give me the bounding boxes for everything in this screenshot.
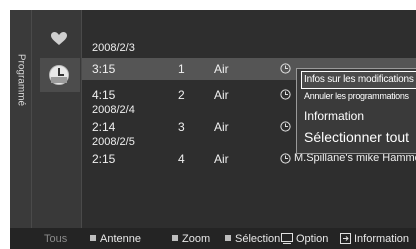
date-label: 2008/2/4 [92, 104, 135, 116]
help-info-label: Information [354, 233, 410, 245]
programmed-tab-label: Programmé [15, 53, 27, 107]
row-time: 2:14 [92, 120, 116, 134]
square-button-icon [172, 235, 178, 241]
screen: Programmé 2008/2/3 3:15 1 Air 4:15 2 Air… [0, 0, 416, 249]
help-zoom-label: Zoom [182, 233, 211, 245]
row-antenna: Air [214, 152, 229, 166]
info-icon [340, 233, 351, 244]
help-antenna[interactable]: Antenne [90, 233, 141, 245]
row-antenna: Air [214, 120, 229, 134]
help-all: Tous [44, 233, 68, 245]
row-time: 2:15 [92, 152, 116, 166]
date-header: 2008/2/3 [82, 40, 416, 56]
heart-icon[interactable] [50, 30, 68, 48]
tools-icon [281, 233, 293, 244]
help-zoom[interactable]: Zoom [172, 233, 210, 245]
scheduled-list-panel: Programmé 2008/2/3 3:15 1 Air 4:15 2 Air… [10, 10, 416, 249]
help-select-label: Sélection [235, 233, 281, 245]
menu-item-select-all[interactable]: Sélectionner tout [301, 129, 416, 149]
row-antenna: Air [214, 62, 229, 76]
help-info[interactable]: Information [340, 233, 409, 245]
help-antenna-label: Antenne [100, 233, 141, 245]
help-option-label: Option [296, 233, 329, 245]
help-bar: Tous Antenne Zoom Sélection Option Infor… [10, 228, 416, 249]
menu-item-information[interactable]: Information [301, 109, 416, 127]
square-button-icon [225, 235, 231, 241]
row-time: 3:15 [92, 62, 116, 76]
clock-icon[interactable] [48, 64, 70, 86]
programmed-tab[interactable]: Programmé [10, 10, 32, 228]
row-time: 4:15 [92, 88, 116, 102]
clock-icon [280, 63, 291, 74]
menu-item-change-info[interactable]: Infos sur les modifications [301, 71, 416, 89]
help-option[interactable]: Option [281, 233, 328, 245]
row-channel: 2 [178, 88, 185, 102]
clock-icon [280, 121, 291, 132]
row-channel: 3 [178, 120, 185, 134]
square-button-icon [90, 235, 96, 241]
clock-icon [280, 153, 291, 164]
row-channel: 1 [178, 62, 185, 76]
date-label: 2008/2/5 [92, 136, 135, 148]
date-label: 2008/2/3 [92, 42, 135, 54]
row-antenna: Air [214, 88, 229, 102]
options-popup-menu: Infos sur les modifications Annuler les … [296, 68, 416, 154]
clock-icon [280, 89, 291, 100]
help-select[interactable]: Sélection [225, 233, 280, 245]
category-icon-column [32, 10, 82, 228]
row-channel: 4 [178, 152, 185, 166]
menu-item-cancel-schedules[interactable]: Annuler les programmations [301, 91, 416, 107]
